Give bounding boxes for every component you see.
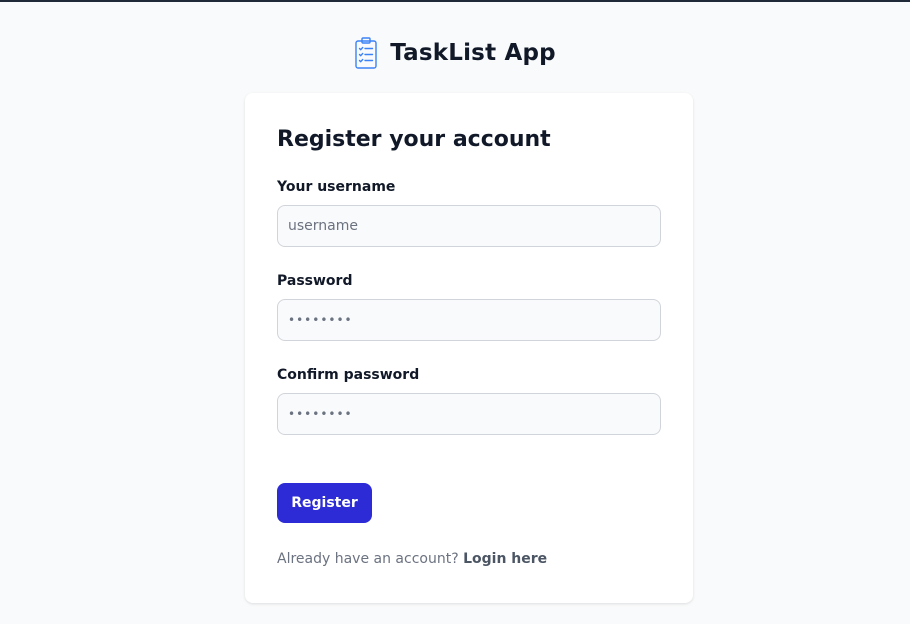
confirm-password-label: Confirm password	[277, 367, 420, 383]
form-title: Register your account	[277, 127, 551, 152]
login-prompt-text: Already have an account?	[277, 551, 459, 567]
clipboard-list-icon	[354, 36, 378, 70]
login-prompt: Already have an account? Login here	[277, 549, 661, 569]
username-label: Your username	[277, 179, 396, 195]
confirm-password-input[interactable]	[277, 393, 661, 435]
password-field-group: Password	[277, 271, 661, 341]
register-card: Register your account Your username Pass…	[245, 93, 693, 603]
confirm-password-field-group: Confirm password	[277, 365, 661, 435]
login-link[interactable]: Login here	[463, 551, 547, 567]
username-input[interactable]	[277, 205, 661, 247]
window-top-border	[0, 0, 910, 2]
username-field-group: Your username	[277, 177, 661, 247]
register-button[interactable]: Register	[277, 483, 372, 523]
password-input[interactable]	[277, 299, 661, 341]
app-name: TaskList App	[390, 40, 556, 66]
password-label: Password	[277, 273, 353, 289]
brand-header: TaskList App	[0, 36, 910, 70]
